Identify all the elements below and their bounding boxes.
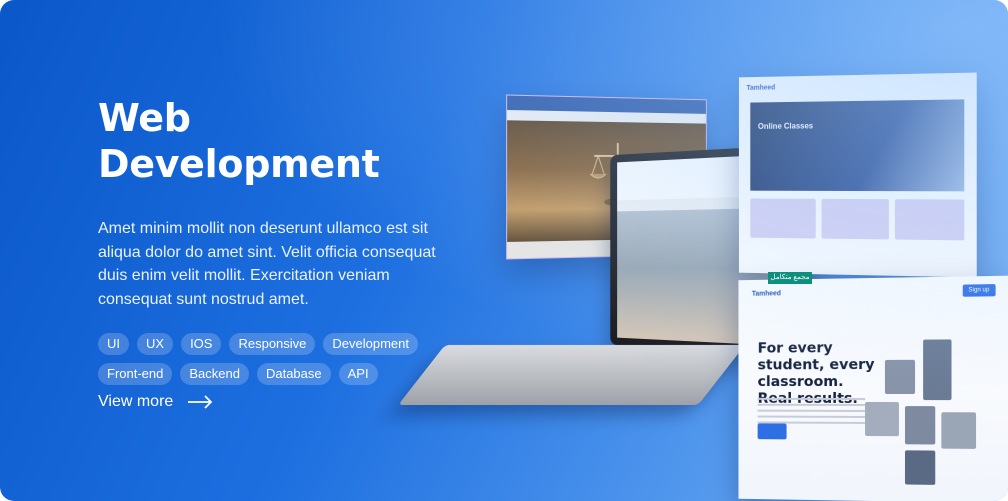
tag-responsive: Responsive	[229, 333, 315, 355]
mockup-card	[750, 198, 815, 238]
tag-front-end: Front-end	[98, 363, 172, 385]
tag-ios: IOS	[181, 333, 221, 355]
mockup-cta-button	[758, 423, 787, 439]
hero-description: Amet minim mollit non deserunt ullamco e…	[98, 217, 448, 311]
photo-tile	[885, 360, 915, 394]
hero-text-block: Web Development Amet minim mollit non de…	[98, 95, 458, 385]
mockup-logo: Tamheed	[752, 290, 781, 297]
mockup-logo: Tamheed	[747, 84, 776, 91]
tag-database: Database	[257, 363, 331, 385]
mockup-subtext	[758, 398, 865, 424]
photo-tile	[941, 412, 976, 449]
banner-title: Online Classes	[758, 121, 813, 130]
web-development-card: Web Development Amet minim mollit non de…	[0, 0, 1008, 501]
tag-ui: UI	[98, 333, 129, 355]
photo-tile	[923, 339, 951, 400]
page-title: Web Development	[98, 95, 458, 187]
view-more-link[interactable]: View more	[98, 393, 213, 411]
mockup-card-row	[750, 198, 964, 240]
tag-backend: Backend	[180, 363, 249, 385]
mockup-signup-button: Sign up	[962, 284, 995, 297]
tag-list: UI UX IOS Responsive Development Front-e…	[98, 333, 428, 385]
mockup-banner: Online Classes	[750, 99, 964, 191]
arrow-right-icon	[187, 395, 213, 409]
mockup-card	[822, 199, 889, 240]
view-more-label: View more	[98, 393, 173, 411]
photo-tile	[905, 450, 935, 485]
tag-development: Development	[323, 333, 418, 355]
student-site-mockup: Tamheed Sign up For every student, every…	[738, 276, 1008, 501]
photo-tile	[905, 406, 935, 444]
tag-ux: UX	[137, 333, 173, 355]
laptop-site-badge: مجمع متكامل	[768, 272, 812, 284]
mockup-photo-collage	[865, 339, 976, 491]
education-site-mockup: Tamheed Online Classes	[739, 73, 977, 278]
mockup-card	[895, 199, 964, 240]
mockup-nav: Tamheed	[739, 73, 977, 99]
photo-tile	[865, 402, 899, 436]
tag-api: API	[339, 363, 378, 385]
